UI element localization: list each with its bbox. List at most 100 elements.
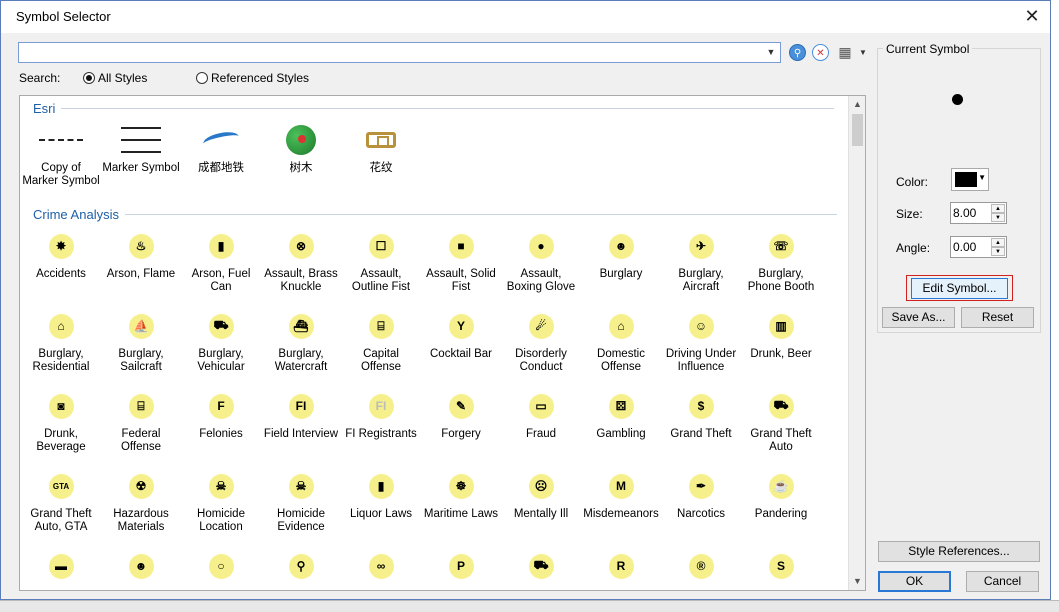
symbol-cell[interactable]: ✸ Accidents xyxy=(21,226,101,281)
symbol-cell[interactable]: ✎ Forgery xyxy=(421,386,501,441)
crime-glyph-icon: ☕ xyxy=(768,473,794,499)
symbol-cell[interactable]: ✈ Burglary, Aircraft xyxy=(661,226,741,294)
symbol-cell[interactable]: ⌸ Capital Offense xyxy=(341,306,421,374)
symbol-cell[interactable]: ▬ xyxy=(21,546,101,588)
symbol-cell[interactable]: M Misdemeanors xyxy=(581,466,661,521)
radio-all-styles[interactable]: All Styles xyxy=(83,71,147,85)
symbol-cell[interactable]: R xyxy=(581,546,661,588)
search-combobox[interactable]: ▼ xyxy=(18,42,781,63)
symbol-cell[interactable]: ○ xyxy=(181,546,261,588)
symbol-cell[interactable]: Marker Symbol xyxy=(101,120,181,175)
symbol-cell[interactable]: ♨ Arson, Flame xyxy=(101,226,181,281)
symbol-cell[interactable]: ⛟ Grand Theft Auto xyxy=(741,386,821,454)
symbol-cell[interactable]: ☏ Burglary, Phone Booth xyxy=(741,226,821,294)
close-icon[interactable]: ✕ xyxy=(1018,3,1046,29)
increment-icon[interactable]: ▲ xyxy=(991,204,1005,213)
line-segment xyxy=(121,127,161,129)
dashed-line-icon xyxy=(39,139,83,141)
size-input[interactable] xyxy=(953,205,989,221)
symbol-cell[interactable]: ® xyxy=(661,546,741,588)
symbol-cell[interactable]: 成都地铁 xyxy=(181,120,261,175)
symbol-cell[interactable]: ▮ Arson, Fuel Can xyxy=(181,226,261,294)
symbol-preview xyxy=(952,94,963,105)
symbol-gallery[interactable]: Esri Crime Analysis Copy of Marker Symbo… xyxy=(19,95,866,591)
symbol-cell[interactable]: ☄ Disorderly Conduct xyxy=(501,306,581,374)
symbol-cell[interactable]: ⚄ Gambling xyxy=(581,386,661,441)
crime-glyph-icon: FI xyxy=(368,393,394,419)
radio-dot-selected[interactable] xyxy=(83,72,95,84)
cancel-button[interactable]: Cancel xyxy=(966,571,1039,592)
scroll-down-icon[interactable]: ▼ xyxy=(849,573,865,590)
symbol-cell[interactable]: 花纹 xyxy=(341,120,421,175)
increment-icon[interactable]: ▲ xyxy=(991,238,1005,247)
symbol-cell[interactable]: S xyxy=(741,546,821,588)
ok-button[interactable]: OK xyxy=(878,571,951,592)
symbol-cell[interactable]: ⌸ Federal Offense xyxy=(101,386,181,454)
symbol-cell[interactable]: ⛟ Burglary, Vehicular xyxy=(181,306,261,374)
radio-dot[interactable] xyxy=(196,72,208,84)
symbol-cell[interactable]: ■ Assault, Solid Fist xyxy=(421,226,501,294)
symbol-cell[interactable]: ☻ xyxy=(101,546,181,588)
chevron-down-icon[interactable]: ▼ xyxy=(764,44,778,61)
save-as-button[interactable]: Save As... xyxy=(882,307,955,328)
symbol-cell[interactable]: ⛴ Burglary, Watercraft xyxy=(261,306,341,374)
decrement-icon[interactable]: ▼ xyxy=(991,247,1005,256)
symbol-cell[interactable]: ⌂ Burglary, Residential xyxy=(21,306,101,374)
symbol-cell[interactable]: ☻ Burglary xyxy=(581,226,661,281)
symbol-cell[interactable]: ⛟ xyxy=(501,546,581,588)
symbol-cell[interactable]: P xyxy=(421,546,501,588)
crime-glyph-icon: ✈ xyxy=(688,233,714,259)
decrement-icon[interactable]: ▼ xyxy=(991,213,1005,222)
symbol-cell[interactable]: ⌂ Domestic Offense xyxy=(581,306,661,374)
symbol-cell[interactable]: ⚲ xyxy=(261,546,341,588)
view-options-icon[interactable]: ▦ xyxy=(837,44,853,61)
scroll-up-icon[interactable]: ▲ xyxy=(849,96,865,113)
symbol-cell[interactable]: ☹ Mentally Ill xyxy=(501,466,581,521)
scroll-thumb[interactable] xyxy=(852,114,863,146)
symbol-cell[interactable]: ▮ Liquor Laws xyxy=(341,466,421,521)
reset-button[interactable]: Reset xyxy=(961,307,1034,328)
symbol-cell[interactable]: Y Cocktail Bar xyxy=(421,306,501,361)
symbol-cell[interactable]: F Felonies xyxy=(181,386,261,441)
symbol-cell[interactable]: ∞ xyxy=(341,546,421,588)
symbol-cell[interactable]: ▥ Drunk, Beer xyxy=(741,306,821,361)
clear-search-icon[interactable]: ✕ xyxy=(812,44,829,61)
symbol-cell[interactable]: ☠ Homicide Evidence xyxy=(261,466,341,534)
radio-referenced-styles[interactable]: Referenced Styles xyxy=(196,71,309,85)
symbol-cell[interactable]: ◙ Drunk, Beverage xyxy=(21,386,101,454)
symbol-cell[interactable]: ⛵ Burglary, Sailcraft xyxy=(101,306,181,374)
symbol-cell[interactable]: ⊗ Assault, Brass Knuckle xyxy=(261,226,341,294)
crime-symbol-icon: M xyxy=(581,466,661,506)
style-references-button[interactable]: Style References... xyxy=(878,541,1040,562)
symbol-cell[interactable]: ☸ Maritime Laws xyxy=(421,466,501,521)
vertical-scrollbar[interactable]: ▲ ▼ xyxy=(848,96,865,590)
symbol-cell[interactable]: $ Grand Theft xyxy=(661,386,741,441)
symbol-cell[interactable]: ☐ Assault, Outline Fist xyxy=(341,226,421,294)
symbol-label: Domestic Offense xyxy=(597,348,645,373)
color-picker-button[interactable]: ▼ xyxy=(951,168,989,191)
symbol-cell[interactable]: FI FI Registrants xyxy=(341,386,421,441)
view-dropdown-icon[interactable]: ▼ xyxy=(858,44,868,61)
angle-input[interactable] xyxy=(953,239,989,255)
symbol-cell[interactable]: ☠ Homicide Location xyxy=(181,466,261,534)
symbol-cell[interactable]: ☕ Pandering xyxy=(741,466,821,521)
edit-symbol-button[interactable]: Edit Symbol... xyxy=(911,278,1008,299)
search-icon[interactable]: ⚲ xyxy=(789,44,806,61)
size-stepper[interactable]: ▲ ▼ xyxy=(950,202,1007,224)
symbol-cell[interactable]: ● Assault, Boxing Glove xyxy=(501,226,581,294)
symbol-cell[interactable]: ▭ Fraud xyxy=(501,386,581,441)
angle-stepper[interactable]: ▲ ▼ xyxy=(950,236,1007,258)
symbol-cell[interactable]: ✒ Narcotics xyxy=(661,466,741,521)
crime-symbol-icon: GTA xyxy=(21,466,101,506)
symbol-cell[interactable]: ☢ Hazardous Materials xyxy=(101,466,181,534)
symbol-cell[interactable]: FI Field Interview xyxy=(261,386,341,441)
search-input[interactable] xyxy=(19,43,759,62)
symbol-cell[interactable]: ☺ Driving Under Influence xyxy=(661,306,741,374)
symbol-cell[interactable]: GTA Grand Theft Auto, GTA xyxy=(21,466,101,534)
crime-glyph-icon: ☄ xyxy=(528,313,554,339)
symbol-cell[interactable]: Copy of Marker Symbol xyxy=(21,120,101,188)
symbol-label: FI Registrants xyxy=(345,428,417,440)
symbol-cell[interactable]: 树木 xyxy=(261,120,341,175)
divider xyxy=(124,213,837,215)
crime-glyph-icon: ⛴ xyxy=(288,313,314,339)
